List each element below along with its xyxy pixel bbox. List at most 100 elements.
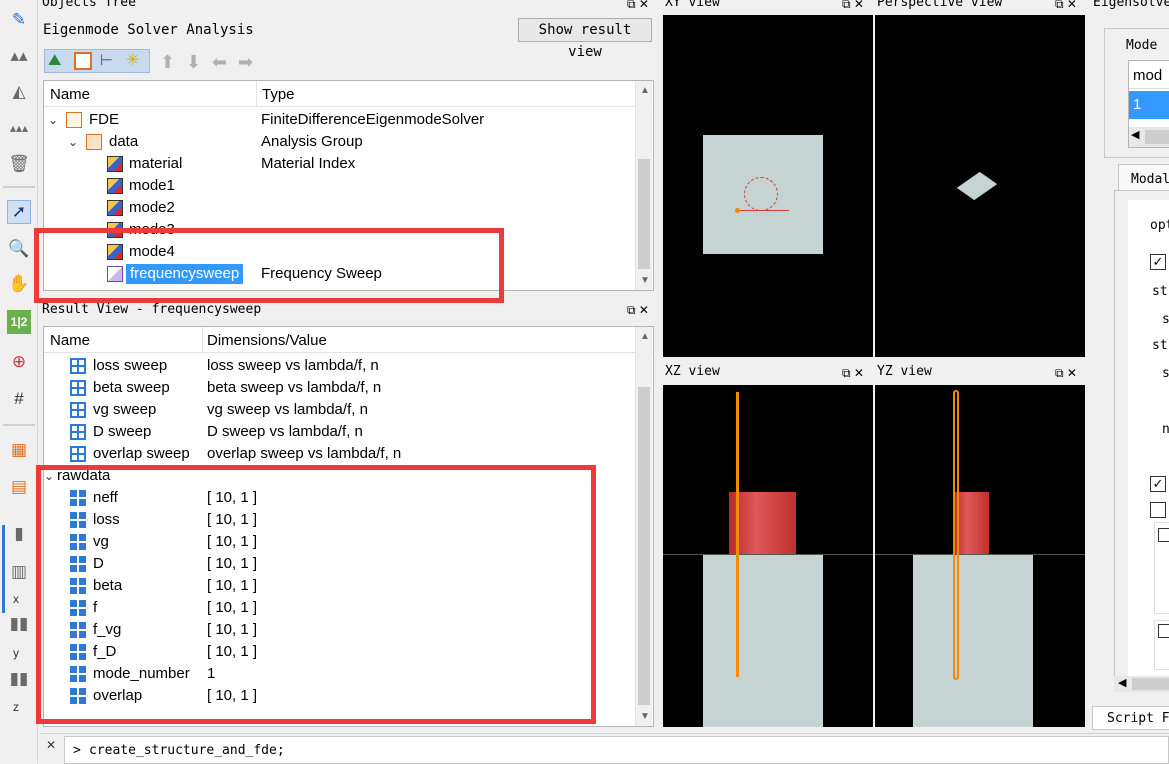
xz-view-dock-buttons[interactable]: ⧉ ✕ [842, 366, 864, 380]
scroll-down-icon[interactable]: ▼ [640, 711, 650, 722]
table-icon[interactable]: ▦ [7, 438, 31, 462]
raw-row[interactable]: vg [ 10, 1 ] [44, 531, 634, 553]
add-analysis-icon[interactable]: ⛰ [48, 52, 66, 70]
perspective-view-canvas[interactable] [875, 15, 1085, 357]
solver-icon [66, 112, 82, 128]
result-group-rawdata[interactable]: ⌄ rawdata [44, 465, 634, 487]
scroll-thumb[interactable] [638, 387, 650, 705]
tree-row-mode2[interactable]: mode2 [44, 197, 634, 219]
xz-view-canvas[interactable] [663, 385, 873, 727]
calculator-icon[interactable]: ▤ [7, 475, 31, 499]
tree-row-name: data [109, 133, 139, 150]
tree-row-material[interactable]: material Material Index [44, 153, 634, 175]
option-checkbox-checked[interactable]: ✓ [1150, 254, 1166, 270]
scroll-up-icon[interactable]: ▲ [640, 85, 650, 96]
tree-row-frequencysweep[interactable]: frequencysweep Frequency Sweep [44, 263, 634, 285]
move-left-icon[interactable]: ⬅ [212, 52, 227, 73]
option-checkbox[interactable] [1150, 502, 1166, 518]
mesh-triangles-icon[interactable]: ▴▴ [7, 44, 31, 68]
option-checkbox[interactable] [1158, 624, 1169, 638]
console-input[interactable]: > create_structure_and_fde; [64, 736, 1169, 764]
add-group-icon[interactable]: ⊢ [100, 52, 118, 70]
yz-view-canvas[interactable] [875, 385, 1085, 727]
grid-edit-icon[interactable]: # [7, 387, 31, 411]
perspective-view-dock-buttons[interactable]: ⧉ ✕ [1055, 0, 1077, 11]
tab-script[interactable]: Script F [1092, 706, 1169, 730]
scroll-down-icon[interactable]: ▼ [640, 275, 650, 286]
show-result-view-button[interactable]: Show result view [518, 18, 652, 60]
result-view-dock-buttons[interactable]: ⧉ ✕ [627, 303, 649, 317]
raw-row[interactable]: f_D [ 10, 1 ] [44, 641, 634, 663]
scroll-thumb[interactable] [1145, 130, 1169, 144]
tree-row-mode3[interactable]: mode3 [44, 219, 634, 241]
mode-table[interactable]: mod 1 ◀ [1128, 60, 1169, 148]
trash-icon[interactable]: 🗑 [7, 152, 31, 176]
edit-pencil-icon[interactable]: ✎ [7, 8, 31, 32]
chevron-down-icon[interactable]: ⌄ [68, 131, 78, 153]
scroll-thumb[interactable] [638, 159, 650, 269]
ruler-icon[interactable]: 1|2 [7, 310, 31, 334]
tree-row-fde[interactable]: ⌄ FDE FiniteDifferenceEigenmodeSolver [44, 109, 634, 131]
analysis-group-icon [86, 134, 102, 150]
result-row[interactable]: beta sweep beta sweep vs lambda/f, n [44, 377, 634, 399]
select-arrow-icon[interactable]: ➚ [7, 200, 31, 224]
raw-row[interactable]: mode_number 1 [44, 663, 634, 685]
tree-row-mode4[interactable]: mode4 [44, 241, 634, 263]
align-left-icon[interactable]: ▥ [7, 560, 31, 584]
option-checkbox-checked[interactable]: ✓ [1150, 476, 1166, 492]
pan-hand-icon[interactable]: ✋ [7, 272, 31, 296]
scroll-left-icon[interactable]: ◀ [1131, 128, 1139, 141]
add-grid-icon[interactable] [74, 52, 92, 70]
raw-row-name: beta [93, 577, 123, 594]
zoom-icon[interactable]: 🔍 [7, 237, 31, 261]
tree-row-mode1[interactable]: mode1 [44, 175, 634, 197]
chevron-down-icon[interactable]: ⌄ [44, 465, 54, 487]
distribute-icon[interactable]: ▮▮ [7, 612, 31, 636]
scroll-up-icon[interactable]: ▲ [640, 331, 650, 342]
xy-view-dock-buttons[interactable]: ⧉ ✕ [842, 0, 864, 11]
result-row[interactable]: D sweep D sweep vs lambda/f, n [44, 421, 634, 443]
raw-row[interactable]: f_vg [ 10, 1 ] [44, 619, 634, 641]
raw-row[interactable]: beta [ 10, 1 ] [44, 575, 634, 597]
col-name-header: Name [50, 86, 91, 103]
modal-hscroll[interactable]: ◀ [1114, 676, 1169, 692]
move-up-icon[interactable]: ⬆ [160, 52, 175, 73]
result-row[interactable]: overlap sweep overlap sweep vs lambda/f,… [44, 443, 634, 465]
add-star-icon[interactable]: ✳ [126, 52, 144, 70]
raw-row[interactable]: f [ 10, 1 ] [44, 597, 634, 619]
array-icon[interactable]: ▴▴▴ [7, 116, 31, 140]
mountain-icon[interactable]: ◭ [7, 80, 31, 104]
result-row-value: overlap sweep vs lambda/f, n [207, 445, 402, 462]
raw-row[interactable]: loss [ 10, 1 ] [44, 509, 634, 531]
raw-row[interactable]: overlap [ 10, 1 ] [44, 685, 634, 707]
raw-row-value: [ 10, 1 ] [207, 489, 258, 506]
result-row[interactable]: loss sweep loss sweep vs lambda/f, n [44, 355, 634, 377]
raw-row[interactable]: D [ 10, 1 ] [44, 553, 634, 575]
mode-table-scrollbar[interactable]: ◀ [1129, 127, 1169, 147]
tab-modal[interactable]: Modal [1118, 164, 1169, 190]
yz-view-dock-buttons[interactable]: ⧉ ✕ [1055, 366, 1077, 380]
mode-row-selected[interactable]: 1 [1129, 91, 1169, 119]
raw-row-value: [ 10, 1 ] [207, 643, 258, 660]
align-bar-icon[interactable]: ▮ [7, 522, 31, 546]
objects-tree-scrollbar[interactable]: ▲ ▼ [635, 81, 652, 290]
yz-view-title: YZ view [877, 364, 932, 379]
result-row[interactable]: vg sweep vg sweep vs lambda/f, n [44, 399, 634, 421]
objects-tree-dock-buttons[interactable]: ⧉ ✕ [627, 0, 649, 11]
raw-row-name: loss [93, 511, 120, 528]
tree-row-data[interactable]: ⌄ data Analysis Group [44, 131, 634, 153]
zoom-region-icon[interactable]: ⊕ [7, 350, 31, 374]
move-down-icon[interactable]: ⬇ [186, 52, 201, 73]
move-right-icon[interactable]: ➡ [238, 52, 253, 73]
option-checkbox[interactable] [1158, 528, 1169, 542]
close-icon[interactable]: ✕ [46, 738, 56, 752]
chevron-down-icon[interactable]: ⌄ [48, 109, 58, 131]
result-view-scrollbar[interactable]: ▲ ▼ [635, 327, 652, 726]
scroll-left-icon[interactable]: ◀ [1118, 676, 1126, 689]
result-row-value: D sweep vs lambda/f, n [207, 423, 363, 440]
distribute-y-icon[interactable]: ▮▮ [7, 667, 31, 691]
raw-row[interactable]: neff [ 10, 1 ] [44, 487, 634, 509]
matrix-icon [70, 380, 86, 396]
scroll-thumb[interactable] [1132, 678, 1169, 690]
xy-view-canvas[interactable] [663, 15, 873, 357]
